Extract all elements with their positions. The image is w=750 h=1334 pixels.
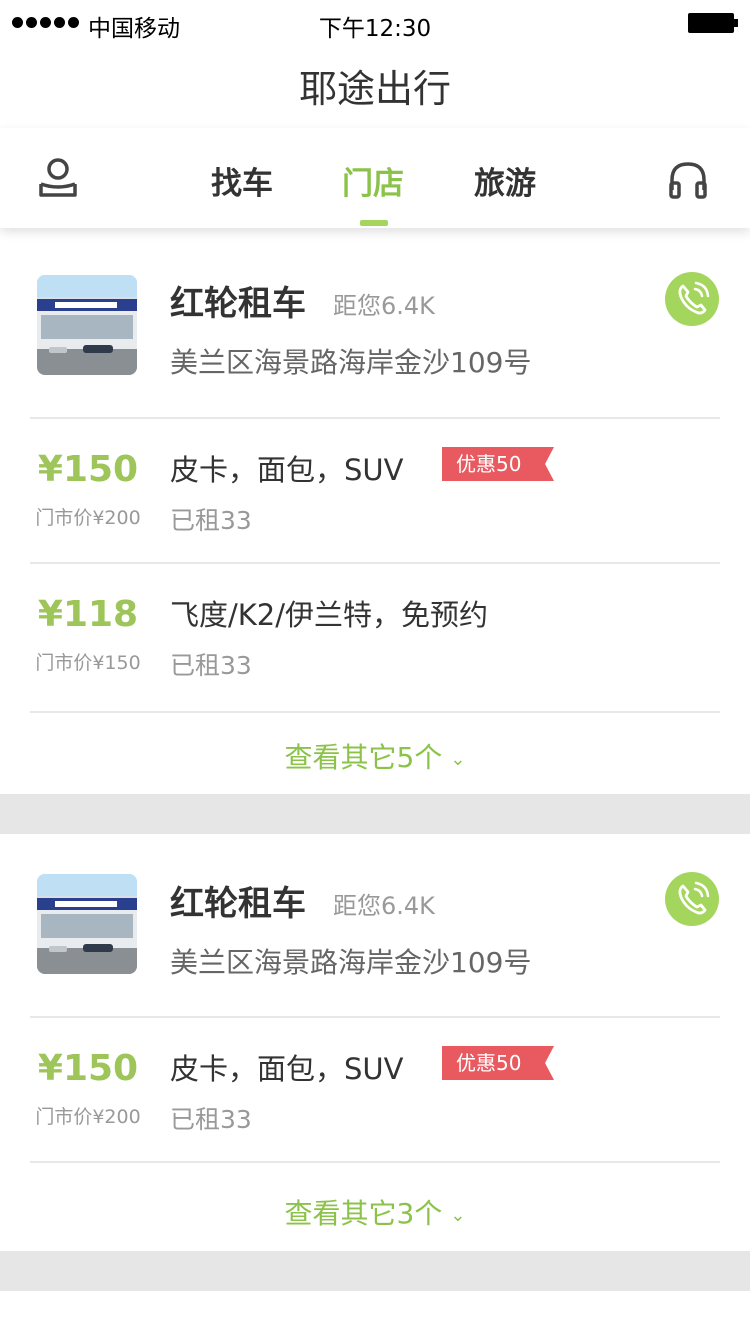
store-address: 美兰区海景路海岸金沙109号 <box>170 946 532 979</box>
status-time: 下午12:30 <box>318 16 432 42</box>
promo-text: 优惠50 <box>442 447 554 481</box>
store-distance: 距您6.4K <box>333 892 435 920</box>
chevron-down-icon: ⌄ <box>450 1204 466 1226</box>
rented-count: 已租33 <box>170 1105 252 1134</box>
see-more-button[interactable]: 查看其它5个 ⌄ <box>0 736 750 776</box>
see-more-label: 查看其它3个 <box>284 1197 443 1230</box>
tab-find-car[interactable]: 找车 <box>211 158 273 203</box>
store-header[interactable]: 红轮租车 距您6.4K 美兰区海景路海岸金沙109号 <box>0 834 750 1024</box>
headset-icon[interactable] <box>664 156 712 204</box>
store-photo <box>37 275 137 375</box>
divider <box>30 1161 720 1163</box>
store-address: 美兰区海景路海岸金沙109号 <box>170 346 532 379</box>
store-price: 门市价¥150 <box>35 652 141 674</box>
store-card: 红轮租车 距您6.4K 美兰区海景路海岸金沙109号 ¥150 门市价¥200 … <box>0 228 750 794</box>
chevron-down-icon: ⌄ <box>450 748 466 770</box>
offer-row[interactable]: ¥150 门市价¥200 皮卡，面包，SUV 优惠50 已租33 <box>0 419 750 567</box>
phone-icon <box>678 881 710 915</box>
offer-price: ¥150 <box>37 449 139 490</box>
phone-icon <box>678 281 710 315</box>
active-tab-indicator <box>360 220 388 226</box>
status-bar: 中国移动 下午12:30 <box>0 0 750 48</box>
store-price: 门市价¥200 <box>35 1106 141 1128</box>
offer-price: ¥150 <box>37 1048 139 1089</box>
app-title: 耶途出行 <box>298 67 451 111</box>
see-more-button[interactable]: 查看其它3个 ⌄ <box>0 1192 750 1232</box>
divider <box>30 711 720 713</box>
store-header[interactable]: 红轮租车 距您6.4K 美兰区海景路海岸金沙109号 <box>0 228 750 418</box>
offer-row[interactable]: ¥118 门市价¥150 飞度/K2/伊兰特，免预约 已租33 <box>0 564 750 712</box>
see-more-label: 查看其它5个 <box>284 741 443 774</box>
store-name: 红轮租车 <box>170 284 306 324</box>
top-nav: 找车 门店 旅游 <box>0 128 750 228</box>
battery-icon <box>688 13 738 33</box>
section-separator <box>0 794 750 834</box>
promo-badge: 优惠50 <box>442 1046 554 1080</box>
promo-badge: 优惠50 <box>442 447 554 481</box>
car-types: 飞度/K2/伊兰特，免预约 <box>170 598 489 632</box>
store-photo <box>37 874 137 974</box>
promo-text: 优惠50 <box>442 1046 554 1080</box>
call-button[interactable] <box>665 872 719 926</box>
tab-travel[interactable]: 旅游 <box>474 158 536 203</box>
rented-count: 已租33 <box>170 651 252 680</box>
offer-row[interactable]: ¥150 门市价¥200 皮卡，面包，SUV 优惠50 已租33 <box>0 1018 750 1166</box>
car-types: 皮卡，面包，SUV <box>170 453 404 487</box>
user-icon[interactable] <box>34 154 82 202</box>
store-price: 门市价¥200 <box>35 507 141 529</box>
tab-stores[interactable]: 门店 <box>342 158 404 203</box>
store-card: 红轮租车 距您6.4K 美兰区海景路海岸金沙109号 ¥150 门市价¥200 … <box>0 834 750 1251</box>
section-separator <box>0 1251 750 1291</box>
store-distance: 距您6.4K <box>333 292 435 320</box>
car-types: 皮卡，面包，SUV <box>170 1052 404 1086</box>
store-name: 红轮租车 <box>170 884 306 924</box>
rented-count: 已租33 <box>170 506 252 535</box>
call-button[interactable] <box>665 272 719 326</box>
offer-price: ¥118 <box>37 594 139 635</box>
